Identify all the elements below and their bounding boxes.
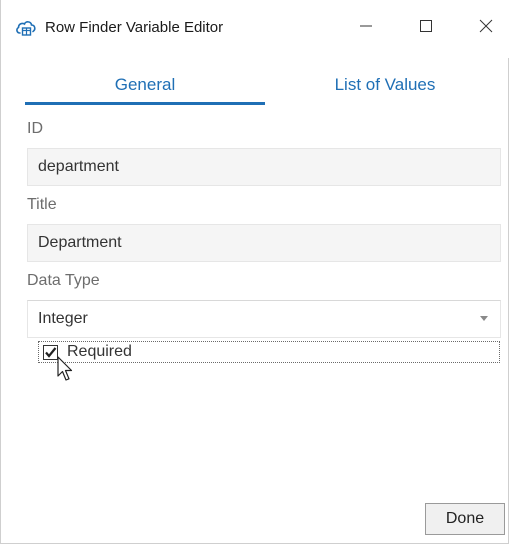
checkmark-icon — [45, 347, 57, 358]
close-icon — [479, 19, 493, 38]
tab-bar: General List of Values — [25, 66, 501, 106]
chevron-down-icon — [480, 316, 488, 321]
title-bar[interactable]: Row Finder Variable Editor — [1, 0, 509, 58]
tab-general[interactable]: General — [25, 66, 265, 104]
active-tab-indicator — [25, 102, 265, 105]
id-input[interactable]: department — [27, 148, 501, 186]
data-type-value: Integer — [38, 310, 88, 327]
window-title: Row Finder Variable Editor — [45, 19, 224, 36]
tab-list-of-values[interactable]: List of Values — [265, 66, 505, 104]
done-button[interactable]: Done — [425, 503, 505, 535]
row-finder-cloud-icon — [15, 18, 37, 38]
close-button[interactable] — [463, 10, 509, 46]
row-finder-variable-editor-dialog: Row Finder Variable Editor General List … — [0, 0, 509, 544]
data-type-select[interactable]: Integer — [27, 300, 501, 338]
maximize-icon — [419, 19, 433, 38]
required-label: Required — [67, 343, 132, 360]
id-label: ID — [27, 120, 43, 137]
mouse-cursor-icon — [57, 356, 75, 382]
minimize-button[interactable] — [343, 10, 389, 46]
required-checkbox[interactable] — [43, 345, 58, 360]
maximize-button[interactable] — [403, 10, 449, 46]
minimize-icon — [359, 19, 373, 38]
data-type-label: Data Type — [27, 272, 100, 289]
title-input[interactable]: Department — [27, 224, 501, 262]
required-checkbox-row[interactable]: Required — [38, 341, 500, 363]
title-label: Title — [27, 196, 57, 213]
